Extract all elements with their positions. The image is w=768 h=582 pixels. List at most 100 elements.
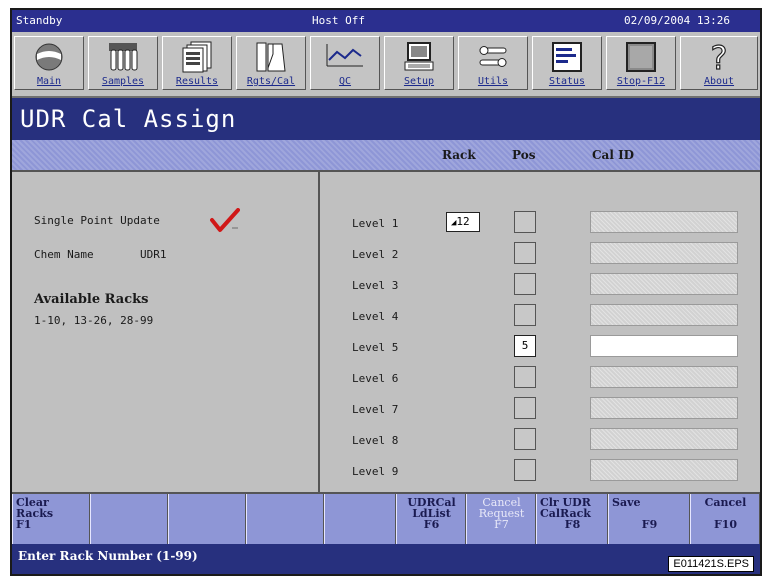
level-3-pos-input[interactable] (514, 273, 536, 295)
function-key-bar: Clear Racks F1 UDRCal LdList F6 Cancel R… (12, 492, 760, 544)
system-state: Standby (16, 14, 63, 27)
left-panel: Single Point Update Chem Name UDR1 Avail… (12, 172, 320, 492)
clear-racks-button[interactable]: Clear Racks F1 (12, 494, 90, 544)
save-key: F9 (641, 518, 658, 531)
udrcal-ldlist-key: F6 (423, 518, 440, 531)
level-7-label: Level 7 (352, 403, 399, 416)
title-bar: Standby Host Off 02/09/2004 13:26 (12, 10, 760, 32)
host-status: Host Off (312, 14, 365, 27)
udrcal-ldlist-button[interactable]: UDRCal LdList F6 (396, 494, 466, 544)
level-grid: Level 1 ◢ 12 Level 2 Level 3 Level 4 Lev… (322, 172, 760, 492)
column-header-calid: Cal ID (592, 148, 635, 162)
function-key-f3[interactable] (168, 494, 246, 544)
level-5-calid-field[interactable] (590, 335, 738, 357)
toolbar-results-label: Results (175, 76, 219, 87)
clr-udr-calrack-button[interactable]: Clr UDR CalRack F8 (536, 494, 608, 544)
level-4-calid-field[interactable] (590, 304, 738, 326)
toolbar-utils-label: Utils (477, 76, 509, 87)
cancel-request-key: F7 (494, 518, 509, 531)
cancel-request-button[interactable]: Cancel Request F7 (466, 494, 536, 544)
question-icon: ? (710, 40, 728, 74)
function-key-f4[interactable] (246, 494, 324, 544)
level-2-pos-input[interactable] (514, 242, 536, 264)
toolbar-utils-button[interactable]: Utils (458, 36, 528, 90)
toolbar-reagents-label: Rgts/Cal (246, 76, 296, 87)
level-2-label: Level 2 (352, 248, 399, 261)
level-9-calid-field[interactable] (590, 459, 738, 481)
column-header-pos: Pos (512, 148, 536, 162)
function-key-f5[interactable] (324, 494, 396, 544)
tools-icon (479, 46, 507, 67)
available-racks-value: 1-10, 13-26, 28-99 (34, 314, 154, 327)
clear-racks-key: F1 (16, 518, 32, 531)
save-line1: Save (612, 496, 641, 509)
single-point-checkbox[interactable] (210, 208, 240, 234)
toolbar-main-button[interactable]: Main (14, 36, 84, 90)
date-time: 02/09/2004 13:26 (624, 14, 730, 27)
level-1-calid-field[interactable] (590, 211, 738, 233)
toolbar-status-button[interactable]: Status (532, 36, 602, 90)
stop-icon (626, 42, 656, 72)
main-icon (35, 43, 63, 71)
level-8-pos-input[interactable] (514, 428, 536, 450)
level-7-calid-field[interactable] (590, 397, 738, 419)
level-7-pos-input[interactable] (514, 397, 536, 419)
level-1-rack-input[interactable]: ◢ 12 (446, 212, 480, 232)
toolbar-qc-button[interactable]: QC (310, 36, 380, 90)
computer-icon (404, 42, 434, 71)
results-icon (182, 41, 212, 73)
svg-text:?: ? (711, 40, 728, 74)
column-header-band: Rack Pos Cal ID (12, 140, 760, 172)
toolbar-samples-label: Samples (101, 76, 145, 87)
samples-icon (109, 43, 138, 71)
cancel-line1: Cancel (704, 496, 747, 509)
level-6-label: Level 6 (352, 372, 399, 385)
main-toolbar: Main Samples Results Rgts/Cal QC Setup U… (12, 32, 760, 98)
level-1-pos-input[interactable] (514, 211, 536, 233)
status-line: Enter Rack Number (1-99) E011421S.EPS (12, 544, 760, 574)
level-4-pos-input[interactable] (514, 304, 536, 326)
save-button[interactable]: Save F9 (608, 494, 690, 544)
cancel-key: F10 (713, 518, 738, 531)
column-header-rack: Rack (442, 148, 476, 162)
screen-title: UDR Cal Assign (12, 98, 760, 140)
toolbar-stop-button[interactable]: Stop-F12 (606, 36, 676, 90)
level-2-calid-field[interactable] (590, 242, 738, 264)
chem-name-label: Chem Name (34, 248, 94, 261)
toolbar-about-button[interactable]: ? About (680, 36, 758, 90)
reagents-icon (256, 42, 286, 72)
toolbar-status-label: Status (548, 76, 586, 87)
toolbar-results-button[interactable]: Results (162, 36, 232, 90)
toolbar-main-label: Main (36, 76, 62, 87)
clr-udr-calrack-key: F8 (564, 518, 581, 531)
level-3-label: Level 3 (352, 279, 399, 292)
level-3-calid-field[interactable] (590, 273, 738, 295)
level-1-rack-value: 12 (456, 215, 470, 228)
app-window: Standby Host Off 02/09/2004 13:26 Main S… (10, 8, 762, 576)
toolbar-setup-label: Setup (403, 76, 435, 87)
toolbar-about-label: About (703, 76, 735, 87)
toolbar-qc-label: QC (338, 76, 352, 87)
level-1-label: Level 1 (352, 217, 399, 230)
status-icon (552, 42, 582, 72)
level-6-calid-field[interactable] (590, 366, 738, 388)
available-racks-title: Available Racks (34, 292, 149, 307)
cancel-button[interactable]: Cancel F10 (690, 494, 760, 544)
chem-name-value: UDR1 (140, 248, 167, 261)
figure-tag: E011421S.EPS (668, 556, 754, 572)
level-8-label: Level 8 (352, 434, 399, 447)
level-4-label: Level 4 (352, 310, 399, 323)
toolbar-samples-button[interactable]: Samples (88, 36, 158, 90)
level-5-label: Level 5 (352, 341, 399, 354)
toolbar-reagents-button[interactable]: Rgts/Cal (236, 36, 306, 90)
level-9-label: Level 9 (352, 465, 399, 478)
single-point-label: Single Point Update (34, 214, 160, 227)
level-9-pos-input[interactable] (514, 459, 536, 481)
input-cursor-icon: ◢ (451, 218, 457, 228)
toolbar-setup-button[interactable]: Setup (384, 36, 454, 90)
function-key-f2[interactable] (90, 494, 168, 544)
toolbar-stop-label: Stop-F12 (616, 76, 666, 87)
level-6-pos-input[interactable] (514, 366, 536, 388)
level-8-calid-field[interactable] (590, 428, 738, 450)
level-5-pos-input[interactable]: 5 (514, 335, 536, 357)
